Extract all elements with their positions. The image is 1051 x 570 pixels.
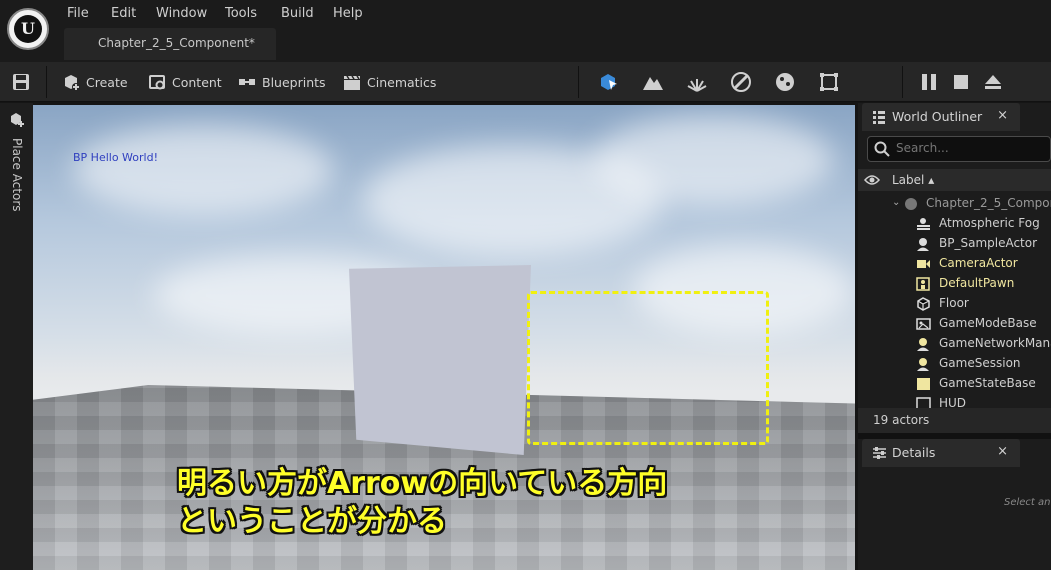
outliner-row[interactable]: DefaultPawn: [858, 274, 1051, 294]
hud-icon: [916, 397, 931, 408]
search-icon: [874, 141, 890, 161]
right-panels: World Outliner × Label ▴ ⌄ Chapter_2_5_C…: [858, 103, 1051, 570]
content-label: Content: [172, 74, 222, 90]
menu-window[interactable]: Window: [156, 6, 207, 21]
save-icon: [12, 73, 30, 91]
outliner-row[interactable]: GameStateBase: [858, 374, 1051, 394]
details-panel: Details × Select an: [858, 439, 1051, 570]
blueprints-label: Blueprints: [262, 74, 326, 90]
gamestate-icon: [916, 377, 931, 391]
search-input[interactable]: [896, 141, 1046, 155]
menu-tools[interactable]: Tools: [225, 6, 257, 21]
place-actors-label[interactable]: Place Actors: [10, 138, 24, 212]
close-icon[interactable]: ×: [997, 108, 1008, 123]
outliner-row[interactable]: CameraActor: [858, 254, 1051, 274]
world-outliner-title: World Outliner: [892, 109, 983, 124]
eject-icon[interactable]: [981, 70, 1005, 94]
menu-help[interactable]: Help: [333, 6, 363, 21]
caption-line-2: ということが分かる: [177, 504, 447, 539]
close-icon[interactable]: ×: [997, 444, 1008, 459]
world-outliner-panel: World Outliner × Label ▴ ⌄ Chapter_2_5_C…: [858, 103, 1051, 433]
details-icon: [872, 446, 887, 464]
annotation-highlight-box: [527, 291, 769, 445]
level-tab-label: Chapter_2_5_Component*: [98, 36, 255, 50]
outliner-row[interactable]: Floor: [858, 294, 1051, 314]
create-button[interactable]: Create: [62, 70, 128, 94]
outliner-row[interactable]: GameSession: [858, 354, 1051, 374]
cinematics-button[interactable]: Cinematics: [343, 70, 436, 94]
menu-build[interactable]: Build: [281, 6, 314, 21]
level-viewport[interactable]: BP Hello World! 明るい方がArrowの向いている方向 ということ…: [33, 105, 855, 570]
label-column-title: Label ▴: [892, 173, 935, 187]
outliner-search[interactable]: [867, 136, 1051, 162]
world-icon: [904, 197, 919, 211]
camera-icon: [916, 257, 931, 271]
landscape-mode-icon[interactable]: [641, 70, 665, 94]
pawn-icon: [916, 277, 931, 291]
cinematics-label: Cinematics: [367, 74, 437, 90]
actor-icon: [916, 337, 931, 351]
menu-bar: U File Edit Window Tools Build Help Chap…: [0, 0, 1051, 62]
details-title: Details: [892, 445, 936, 460]
label-column-header[interactable]: Label ▴: [858, 169, 1051, 191]
foliage-mode-icon[interactable]: [685, 70, 709, 94]
blueprints-button[interactable]: Blueprints: [238, 70, 326, 94]
outliner-row[interactable]: BP_SampleActor: [858, 234, 1051, 254]
fog-icon: [916, 217, 931, 231]
actor-icon: [916, 237, 931, 251]
menu-edit[interactable]: Edit: [111, 6, 136, 21]
debug-print-text: BP Hello World!: [73, 151, 158, 164]
actor-count: 19 actors: [873, 413, 930, 427]
outliner-row[interactable]: HUD: [858, 394, 1051, 408]
cube-mesh[interactable]: [349, 265, 531, 455]
select-mode-icon[interactable]: [597, 70, 621, 94]
caption-line-1: 明るい方がArrowの向いている方向: [177, 466, 668, 501]
menu-file[interactable]: File: [67, 6, 89, 21]
details-empty-text: Select an: [1004, 497, 1051, 508]
create-icon: [62, 73, 80, 91]
create-label: Create: [86, 74, 128, 90]
mesh-paint-icon[interactable]: [773, 70, 797, 94]
gamemode-icon: [916, 317, 931, 331]
content-button[interactable]: Content: [148, 70, 222, 94]
stop-icon[interactable]: [949, 70, 973, 94]
geometry-mode-icon[interactable]: [817, 70, 841, 94]
expand-chevron-icon[interactable]: ⌄: [892, 197, 900, 208]
level-tab[interactable]: Chapter_2_5_Component*: [64, 28, 276, 60]
outliner-row[interactable]: Atmospheric Fog: [858, 214, 1051, 234]
outliner-row-level[interactable]: ⌄ Chapter_2_5_Compon: [858, 194, 1051, 214]
eye-icon[interactable]: [864, 174, 880, 190]
save-button[interactable]: [12, 70, 30, 94]
place-actors-icon: [9, 112, 25, 132]
actor-count-bar: 19 actors: [858, 408, 1051, 433]
main-toolbar: Create Content Blueprints Cinematics: [0, 62, 1051, 102]
content-icon: [148, 73, 166, 91]
paint-mode-icon[interactable]: [729, 70, 753, 94]
outliner-icon: [872, 110, 886, 128]
outliner-row[interactable]: GameModeBase: [858, 314, 1051, 334]
world-outliner-tab[interactable]: World Outliner ×: [862, 103, 1020, 131]
blueprint-icon: [238, 73, 256, 91]
details-tab[interactable]: Details ×: [862, 439, 1020, 467]
actor-icon: [916, 357, 931, 371]
clapperboard-icon: [343, 73, 361, 91]
caption-subtitle: 明るい方がArrowの向いている方向 ということが分かる: [177, 465, 667, 541]
mesh-icon: [916, 297, 931, 311]
outliner-row[interactable]: GameNetworkMana: [858, 334, 1051, 354]
unreal-logo-icon[interactable]: U: [7, 8, 49, 50]
pause-icon[interactable]: [917, 70, 941, 94]
